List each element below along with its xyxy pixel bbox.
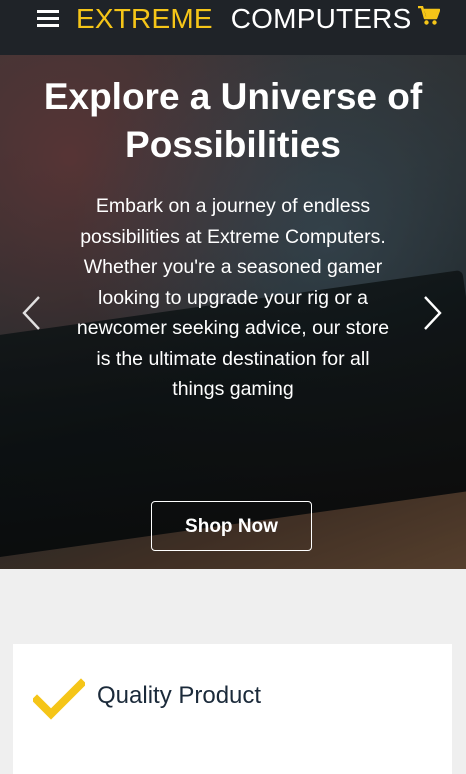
hero-description: Embark on a journey of endless possibili… (76, 195, 390, 400)
chevron-right-icon[interactable] (420, 295, 444, 331)
brand-name-extreme: EXTREME (76, 3, 213, 34)
chevron-left-icon[interactable] (20, 295, 44, 331)
brand-name-computers: COMPUTERS (230, 3, 412, 34)
site-header: EXTREME COMPUTERS (0, 0, 466, 55)
feature-card-quality: Quality Product (13, 644, 452, 774)
shop-now-button[interactable]: Shop Now (151, 501, 312, 551)
brand-logo[interactable]: EXTREME COMPUTERS (76, 4, 411, 34)
hero-title: Explore a Universe of Possibilities (43, 76, 423, 165)
hero-carousel: Explore a Universe of Possibilities Emba… (0, 55, 466, 569)
hamburger-menu-icon[interactable] (37, 10, 59, 28)
shopping-cart-icon[interactable] (418, 6, 440, 26)
feature-title: Quality Product (97, 682, 262, 709)
checkmark-icon (33, 678, 85, 720)
